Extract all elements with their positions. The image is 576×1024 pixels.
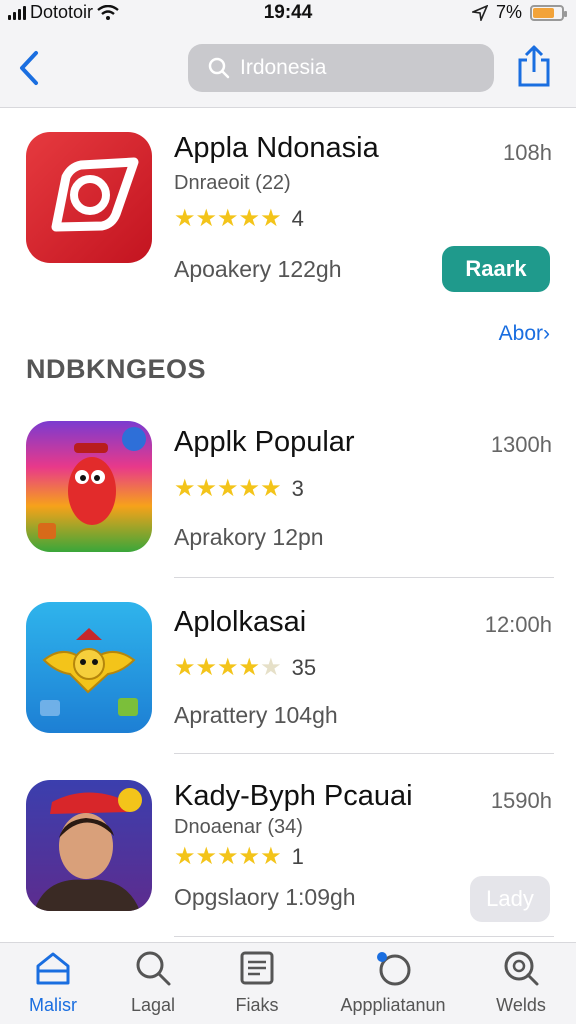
status-bar: Dototoir 19:44 7%	[0, 0, 576, 28]
star-icon: ★	[195, 205, 218, 232]
app-icon-game-character	[26, 421, 152, 552]
star-icon: ★	[238, 475, 261, 502]
tab-label: Fiaks	[235, 995, 279, 1015]
battery-level	[533, 7, 554, 18]
rating-count: 4	[291, 206, 304, 231]
house-icon	[36, 952, 70, 985]
app-name: Kady-Byph Pcauai	[174, 780, 413, 812]
tab-label: Welds	[496, 995, 546, 1015]
app-meta: Apoakery 122gh	[174, 256, 342, 282]
app-time: 1300h	[490, 432, 552, 457]
divider	[174, 936, 554, 937]
star-icon: ★	[195, 843, 218, 870]
back-button[interactable]	[14, 50, 44, 86]
app-time: 108h	[503, 140, 552, 165]
app-meta: Opgslaory 1:09gh	[174, 884, 356, 910]
star-icon: ★	[217, 475, 239, 502]
rating-stars: ★ ★ ★ ★ ★ 35	[174, 655, 316, 681]
tab-worlds[interactable]: Welds	[466, 949, 576, 1016]
app-name: Applk Popular	[174, 426, 355, 458]
star-icon: ★	[238, 205, 261, 232]
search-icon	[504, 951, 539, 986]
battery-percent: 7%	[495, 2, 522, 22]
see-all-link[interactable]: Abor›	[499, 322, 550, 346]
star-icon: ★	[217, 843, 239, 870]
app-icon-camera	[26, 132, 152, 263]
star-icon: ★	[195, 654, 218, 681]
star-icon: ★	[260, 843, 282, 870]
tab-bar: Malisr Lagal Fiaks Apppliatanun Welds	[0, 942, 576, 1024]
search-input[interactable]	[240, 56, 460, 80]
app-name: Aplolkasai	[174, 606, 307, 638]
tab-apps[interactable]: Apppliatanun	[338, 949, 448, 1016]
app-meta: Aprakory 12pn	[174, 524, 324, 550]
app-icon-portrait	[26, 780, 152, 911]
star-icon: ★	[174, 475, 196, 502]
rating-stars: ★ ★ ★ ★ ★ 3	[174, 476, 304, 502]
app-icon-bird	[26, 602, 152, 733]
share-button[interactable]	[516, 44, 552, 88]
star-icon: ★	[217, 654, 239, 681]
star-icon: ★	[174, 654, 196, 681]
app-developer: Dnoaenar (34)	[174, 816, 303, 838]
app-meta: Aprattery 104gh	[174, 702, 338, 728]
tab-today[interactable]: Malisr	[0, 949, 108, 1016]
tab-lists[interactable]: Fiaks	[202, 949, 312, 1016]
star-icon: ★	[195, 475, 218, 502]
star-icon: ★	[174, 205, 196, 232]
app-developer: Dnraeoit (22)	[174, 172, 291, 194]
section-title: NDBKNGEOS	[26, 354, 207, 384]
get-button[interactable]: Lady	[470, 876, 550, 922]
star-icon: ★	[174, 843, 196, 870]
app-time: 1590h	[490, 788, 552, 813]
tab-label: Lagal	[130, 995, 176, 1015]
tab-label: Malisr	[29, 995, 77, 1015]
status-right: 7%	[471, 2, 567, 23]
divider	[174, 577, 554, 578]
star-icon: ★	[260, 475, 282, 502]
rating-stars: ★ ★ ★ ★ ★ 1	[174, 844, 304, 870]
battery-icon	[530, 4, 567, 21]
star-icon: ★	[260, 654, 282, 681]
app-time: 12:00h	[484, 612, 552, 637]
chevron-left-icon	[20, 51, 38, 85]
get-button[interactable]: Raark	[442, 246, 550, 292]
share-icon	[518, 45, 550, 87]
star-icon: ★	[238, 843, 261, 870]
location-arrow-icon	[471, 4, 488, 21]
rating-count: 1	[291, 844, 304, 869]
star-icon: ★	[217, 205, 239, 232]
search-icon	[136, 951, 171, 986]
star-icon: ★	[238, 654, 261, 681]
list-icon	[240, 951, 274, 985]
app-name: Appla Ndonasia	[174, 132, 379, 164]
search-icon	[208, 57, 230, 79]
divider	[174, 753, 554, 754]
rating-count: 35	[291, 655, 317, 680]
rating-stars: ★ ★ ★ ★ ★ 4	[174, 206, 304, 232]
apps-icon	[377, 952, 411, 986]
search-field[interactable]	[188, 44, 494, 92]
tab-label: Apppliatanun	[340, 995, 446, 1015]
star-icon: ★	[260, 205, 282, 232]
rating-count: 3	[291, 476, 304, 501]
navigation-bar	[0, 28, 576, 108]
tab-search[interactable]: Lagal	[98, 949, 208, 1016]
